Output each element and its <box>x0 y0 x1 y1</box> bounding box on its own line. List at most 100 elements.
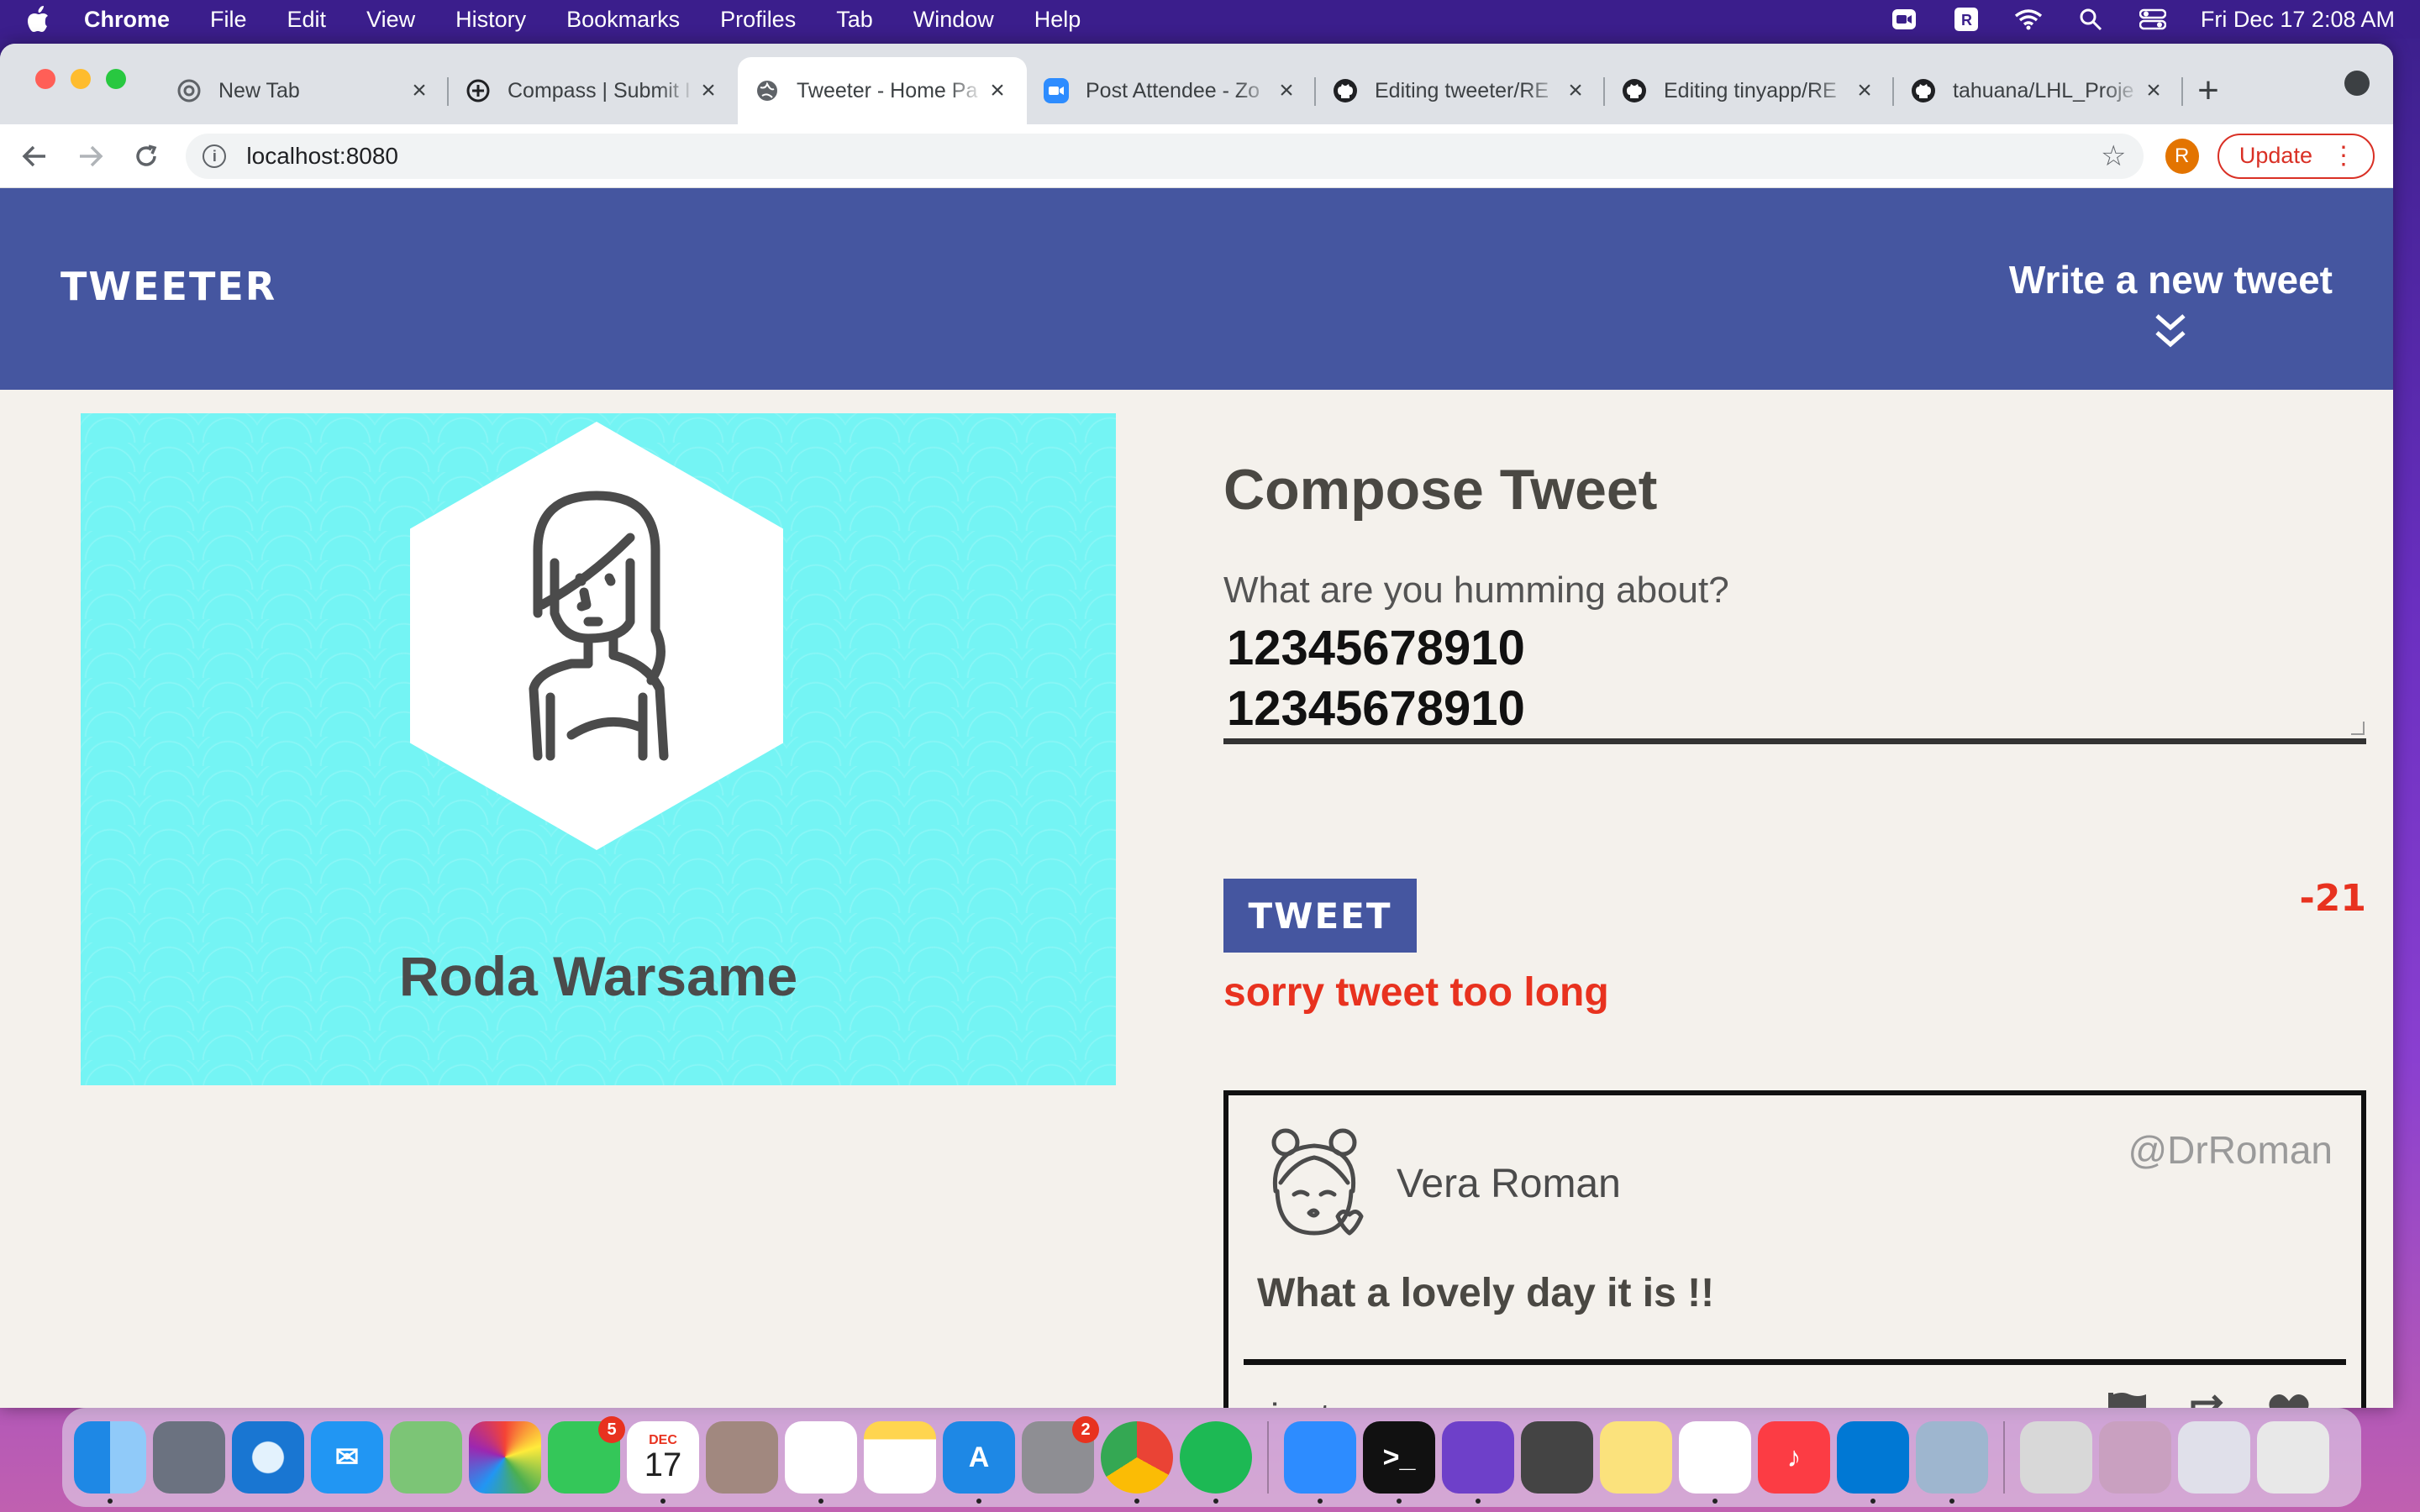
close-tab-icon[interactable]: × <box>1852 76 1877 105</box>
brand-logo[interactable]: TWEETER <box>60 264 276 309</box>
control-center-icon[interactable] <box>2139 7 2167 32</box>
mail-icon[interactable]: ✉ <box>311 1421 383 1494</box>
tweet-submit-button[interactable]: TWEET <box>1223 879 1417 953</box>
write-new-tweet-toggle[interactable]: Write a new tweet <box>2009 257 2333 349</box>
calculator-icon[interactable] <box>1521 1421 1593 1494</box>
maps-icon[interactable] <box>390 1421 462 1494</box>
documents-stack-icon[interactable] <box>2099 1421 2171 1494</box>
tab-compass[interactable]: Compass | Submit I × <box>449 57 738 124</box>
profile-avatar-hexagon <box>410 422 783 850</box>
tweet-text-line-2: 12345678910 <box>1227 681 1525 736</box>
system-preferences-icon[interactable]: 2 <box>1022 1416 1099 1494</box>
forward-icon[interactable] <box>74 139 106 173</box>
globe-icon <box>755 78 780 103</box>
site-info-icon[interactable]: i <box>203 144 227 168</box>
flag-icon[interactable] <box>2106 1391 2149 1408</box>
tweet-actions <box>2106 1391 2311 1408</box>
tab-github-tinyapp[interactable]: Editing tinyapp/RE × <box>1605 57 1894 124</box>
downloads-stack-icon[interactable] <box>2020 1421 2092 1494</box>
tab-zoom[interactable]: Post Attendee - Zo × <box>1027 57 1316 124</box>
screenshot-status-icon[interactable]: R <box>1952 7 1981 32</box>
tab-github-tweeter[interactable]: Editing tweeter/RE × <box>1316 57 1605 124</box>
menu-window[interactable]: Window <box>913 7 994 33</box>
close-tab-icon[interactable]: × <box>407 76 432 105</box>
bookmark-star-icon[interactable]: ☆ <box>2101 139 2126 173</box>
trash-icon[interactable] <box>2257 1421 2329 1494</box>
contacts-icon[interactable] <box>706 1421 778 1494</box>
close-window-button[interactable] <box>35 69 55 89</box>
finder-icon[interactable] <box>74 1421 146 1504</box>
close-tab-icon[interactable]: × <box>696 76 721 105</box>
menu-app-name[interactable]: Chrome <box>84 7 170 33</box>
chrome-dock-icon[interactable] <box>1101 1421 1173 1504</box>
reminders-icon[interactable] <box>785 1421 857 1504</box>
tweet-content: What a lovely day it is !! <box>1257 1271 1715 1315</box>
chrome-icon <box>176 78 202 103</box>
tweet-author-avatar-icon <box>1271 1128 1364 1236</box>
tab-title: Compass | Submit I <box>508 78 691 102</box>
safari-icon[interactable] <box>232 1421 304 1494</box>
stickies-icon[interactable] <box>1600 1421 1672 1494</box>
menubar-clock[interactable]: Fri Dec 17 2:08 AM <box>2201 7 2395 33</box>
preview-icon[interactable] <box>1916 1421 1988 1504</box>
chrome-update-button[interactable]: Update ⋮ <box>2217 133 2375 179</box>
screenshots-stack-icon[interactable] <box>2178 1421 2250 1494</box>
close-tab-icon[interactable]: × <box>985 76 1010 105</box>
launchpad-icon[interactable] <box>153 1421 225 1494</box>
notes-icon[interactable] <box>864 1421 936 1494</box>
menu-view[interactable]: View <box>366 7 415 33</box>
tweet-textarea[interactable]: 12345678910 12345678910 <box>1223 618 2366 744</box>
back-icon[interactable] <box>18 139 50 173</box>
zoom-window-button[interactable] <box>106 69 126 89</box>
close-tab-icon[interactable]: × <box>1563 76 1588 105</box>
vscode-icon[interactable] <box>1837 1421 1909 1504</box>
browser-toolbar: i localhost:8080 ☆ R Update ⋮ <box>0 124 2393 188</box>
new-tab-button[interactable]: + <box>2183 57 2233 124</box>
terminal-icon[interactable]: >_ <box>1363 1421 1435 1504</box>
github-desktop-icon[interactable] <box>1442 1421 1514 1504</box>
tab-title: Tweeter - Home Pa <box>797 78 978 102</box>
menu-profiles[interactable]: Profiles <box>720 7 796 33</box>
reload-icon[interactable] <box>130 139 162 173</box>
photos-icon[interactable] <box>469 1421 541 1494</box>
compose-title: Compose Tweet <box>1223 458 1658 522</box>
close-tab-icon[interactable]: × <box>2141 76 2166 105</box>
zoom-status-icon[interactable] <box>1890 7 1918 32</box>
menu-edit[interactable]: Edit <box>287 7 327 33</box>
menu-bookmarks[interactable]: Bookmarks <box>566 7 680 33</box>
heart-icon[interactable] <box>2267 1391 2311 1408</box>
music-icon[interactable]: ♪ <box>1758 1421 1830 1494</box>
tweeter-navbar: TWEETER Write a new tweet <box>0 188 2393 390</box>
tab-new-tab[interactable]: New Tab × <box>160 57 449 124</box>
minimize-window-button[interactable] <box>71 69 91 89</box>
menu-file[interactable]: File <box>210 7 247 33</box>
calendar-day: 17 <box>644 1446 682 1483</box>
spotlight-search-icon[interactable] <box>2076 7 2105 32</box>
tweet-author-name: Vera Roman <box>1397 1162 1621 1206</box>
facetime-icon[interactable]: 5 <box>548 1416 625 1494</box>
url-text[interactable]: localhost:8080 <box>246 143 2101 170</box>
app-store-icon[interactable]: A <box>943 1421 1015 1504</box>
dock-separator <box>1267 1421 1269 1494</box>
menu-tab[interactable]: Tab <box>836 7 873 33</box>
tab-github-lhl[interactable]: tahuana/LHL_Proje × <box>1894 57 2183 124</box>
resize-handle-icon[interactable] <box>2351 722 2365 735</box>
slack-icon[interactable] <box>1679 1421 1751 1504</box>
menu-help[interactable]: Help <box>1034 7 1081 33</box>
calendar-icon[interactable]: DEC 17 <box>627 1421 699 1504</box>
address-bar[interactable]: i localhost:8080 ☆ <box>186 133 2144 179</box>
apple-icon[interactable] <box>25 5 50 34</box>
zoom-dock-icon[interactable] <box>1284 1421 1356 1504</box>
tab-tweeter[interactable]: Tweeter - Home Pa × <box>738 57 1027 124</box>
tab-separator <box>2181 77 2183 106</box>
wifi-icon[interactable] <box>2014 7 2043 32</box>
tab-search-icon[interactable] <box>2344 71 2370 96</box>
close-tab-icon[interactable]: × <box>1274 76 1299 105</box>
tab-title: Editing tinyapp/RE <box>1664 78 1837 102</box>
dock: ✉ 5 DEC 17 A 2 >_ ♪ <box>62 1408 2361 1507</box>
retweet-icon[interactable] <box>2186 1391 2230 1408</box>
tweet-divider <box>1244 1359 2346 1365</box>
spotify-icon[interactable] <box>1180 1421 1252 1504</box>
menu-history[interactable]: History <box>455 7 526 33</box>
profile-avatar-button[interactable]: R <box>2165 138 2199 174</box>
